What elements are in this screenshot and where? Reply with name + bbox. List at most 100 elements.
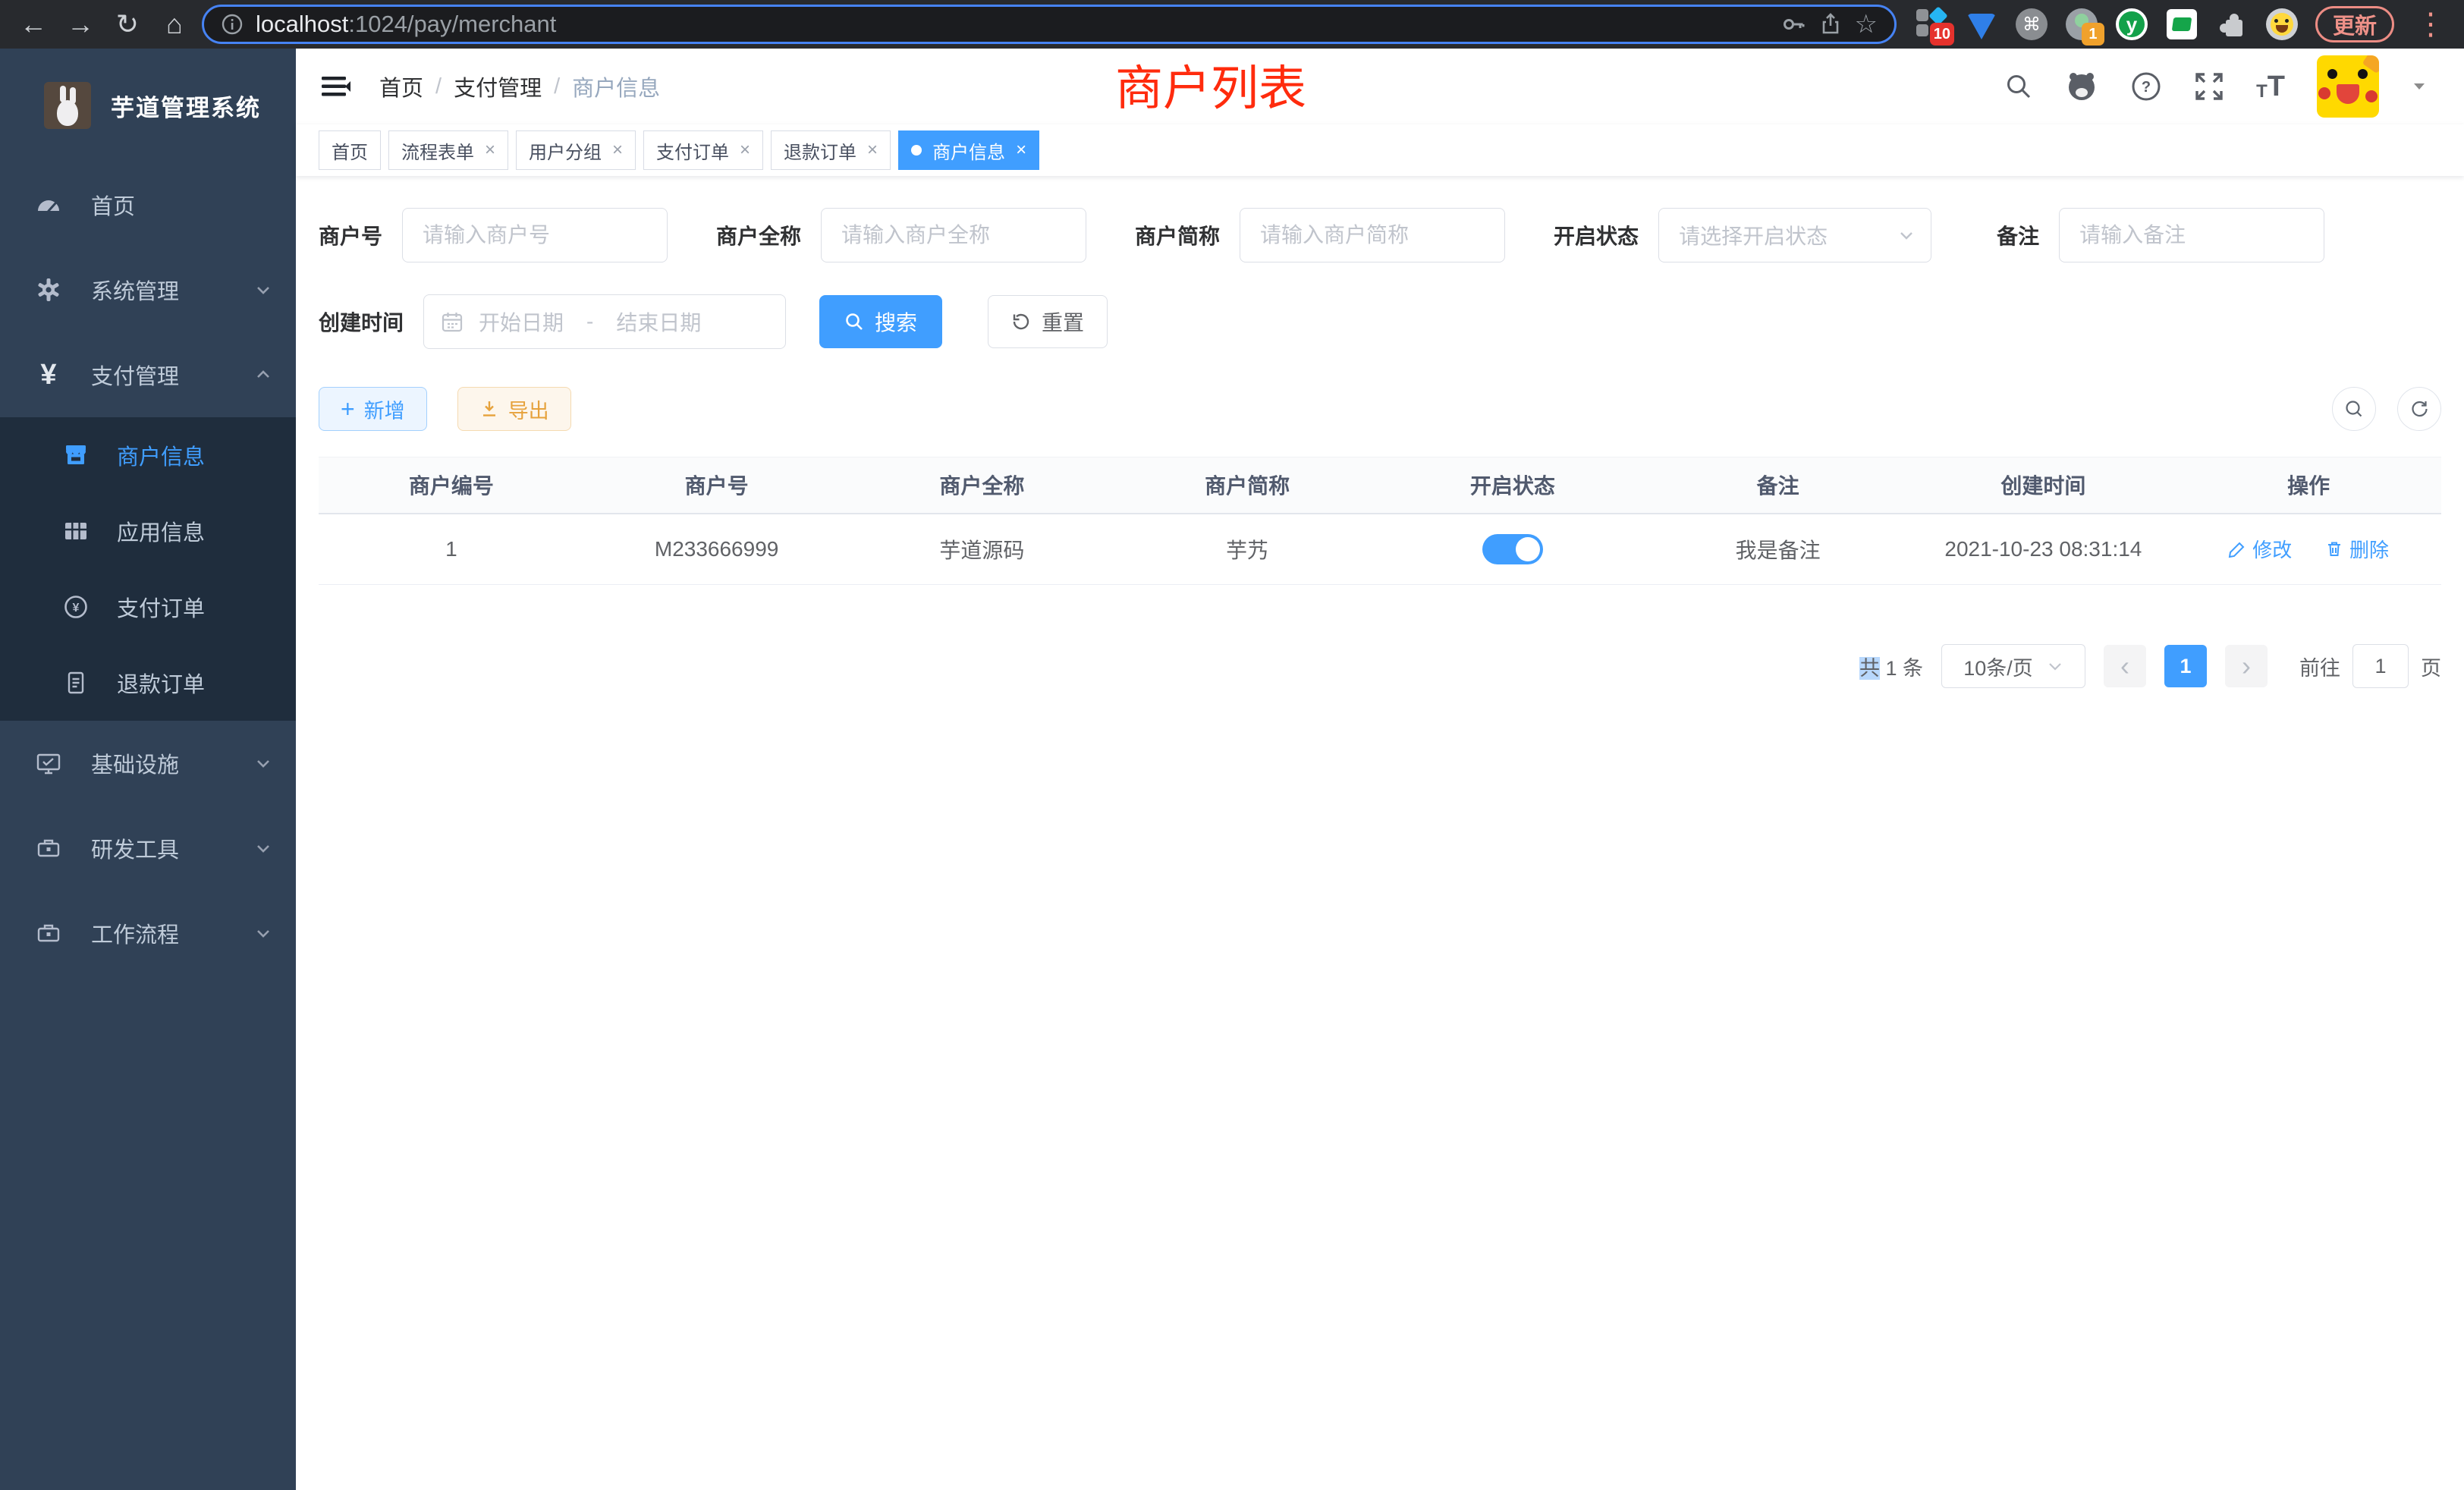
- pagination: 共 1 条 10条/页 ‹ 1 › 前往 页: [319, 644, 2441, 688]
- user-avatar[interactable]: [2317, 55, 2379, 118]
- home-icon[interactable]: ⌂: [155, 5, 194, 44]
- kite-extension-icon[interactable]: [1965, 8, 1998, 41]
- yudao-extension-icon[interactable]: y: [2115, 8, 2148, 41]
- col-merchant-id: 商户编号: [319, 457, 584, 514]
- close-icon[interactable]: ×: [612, 141, 623, 159]
- refresh-icon: [1011, 312, 1031, 332]
- tag-refund-order[interactable]: 退款订单×: [771, 130, 891, 170]
- sidebar-item-infra[interactable]: 基础设施: [0, 721, 296, 806]
- svg-text:?: ?: [2142, 79, 2151, 96]
- short-name-label: 商户简称: [1135, 220, 1220, 250]
- sidebar-fold-icon[interactable]: [319, 69, 354, 104]
- full-name-input[interactable]: [821, 208, 1086, 262]
- remark-input[interactable]: [2059, 208, 2324, 262]
- table-header-row: 商户编号 商户号 商户全称 商户简称 开启状态 备注 创建时间 操作: [319, 457, 2441, 514]
- reset-button[interactable]: 重置: [988, 295, 1108, 348]
- merchant-no-input[interactable]: [402, 208, 668, 262]
- cell-created-time: 2021-10-23 08:31:14: [1911, 514, 2176, 585]
- page-size-select[interactable]: 10条/页: [1941, 644, 2085, 688]
- pencil-icon: [2228, 540, 2246, 558]
- browser-toolbar: ← → ↻ ⌂ localhost:1024/pay/merchant ☆ 10: [0, 0, 2464, 49]
- address-bar[interactable]: localhost:1024/pay/merchant ☆: [202, 5, 1897, 44]
- back-icon[interactable]: ←: [14, 5, 53, 44]
- sidebar-item-pay[interactable]: ¥ 支付管理: [0, 332, 296, 417]
- merchant-no-label: 商户号: [319, 220, 382, 250]
- share-icon[interactable]: [1818, 12, 1843, 36]
- col-status: 开启状态: [1380, 457, 1645, 514]
- breadcrumb-pay[interactable]: 支付管理: [454, 71, 542, 102]
- col-short-name: 商户简称: [1114, 457, 1380, 514]
- help-icon[interactable]: ?: [2130, 71, 2162, 102]
- filter-row-2: 创建时间 开始日期 - 结束日期: [319, 294, 2441, 349]
- sidebar-item-app-info[interactable]: 应用信息: [0, 493, 296, 569]
- screen: ← → ↻ ⌂ localhost:1024/pay/merchant ☆ 10: [0, 0, 2464, 1490]
- add-button[interactable]: + 新增: [319, 387, 427, 431]
- sidebar-logo[interactable]: 芋道管理系统: [0, 49, 296, 162]
- tag-user-group[interactable]: 用户分组×: [516, 130, 636, 170]
- search-icon[interactable]: [2004, 72, 2033, 101]
- refresh-table-button[interactable]: [2397, 387, 2441, 431]
- next-page-button[interactable]: ›: [2225, 645, 2268, 687]
- pagination-goto: 前往 页: [2299, 644, 2441, 688]
- sidebar-item-workflow[interactable]: 工作流程: [0, 891, 296, 976]
- download-icon: [479, 399, 499, 419]
- close-icon[interactable]: ×: [1016, 141, 1026, 159]
- search-button[interactable]: 搜索: [819, 295, 942, 348]
- full-name-label: 商户全称: [716, 220, 801, 250]
- command-extension-icon[interactable]: ⌘: [2015, 8, 2048, 41]
- browser-menu-icon[interactable]: ⋮: [2411, 9, 2450, 39]
- bookmark-star-icon[interactable]: ☆: [1855, 9, 1878, 39]
- sidebar-item-dev-tools[interactable]: 研发工具: [0, 806, 296, 891]
- chat-extension-icon[interactable]: [2165, 8, 2198, 41]
- delete-link[interactable]: 删除: [2325, 535, 2389, 563]
- chevron-up-icon: [253, 365, 273, 385]
- reload-icon[interactable]: ↻: [108, 5, 147, 44]
- status-toggle[interactable]: [1482, 534, 1543, 564]
- font-size-icon[interactable]: TT: [2256, 72, 2285, 101]
- browser-update-button[interactable]: 更新: [2315, 6, 2394, 42]
- cell-merchant-no: M233666999: [584, 514, 850, 585]
- status-select[interactable]: 请选择开启状态: [1658, 208, 1931, 262]
- cell-actions: 修改 删除: [2176, 514, 2441, 585]
- sidebar-item-pay-order[interactable]: ¥ 支付订单: [0, 569, 296, 645]
- close-icon[interactable]: ×: [740, 141, 750, 159]
- fullscreen-icon[interactable]: [2194, 71, 2224, 102]
- key-icon[interactable]: [1780, 11, 1806, 37]
- chevron-down-icon: [253, 280, 273, 300]
- forward-icon[interactable]: →: [61, 5, 100, 44]
- sidebar-item-refund-order[interactable]: 退款订单: [0, 645, 296, 721]
- browser-profile-avatar[interactable]: [2265, 8, 2299, 41]
- breadcrumb: 首页 / 支付管理 / 商户信息: [379, 71, 660, 102]
- tag-home[interactable]: 首页: [319, 130, 381, 170]
- extension-grid-icon[interactable]: 10: [1915, 8, 1948, 41]
- breadcrumb-current: 商户信息: [572, 71, 660, 102]
- table-toolbar: + 新增 导出: [319, 387, 2441, 431]
- toggle-search-button[interactable]: [2332, 387, 2376, 431]
- gear-icon: [33, 276, 64, 303]
- site-info-icon[interactable]: [221, 13, 244, 36]
- edit-link[interactable]: 修改: [2228, 535, 2292, 563]
- extensions-puzzle-icon[interactable]: [2215, 8, 2249, 41]
- close-icon[interactable]: ×: [867, 141, 878, 159]
- prev-page-button[interactable]: ‹: [2104, 645, 2146, 687]
- chevron-down-icon: [253, 838, 273, 858]
- shop-icon: [61, 442, 91, 469]
- github-icon[interactable]: [2065, 70, 2098, 103]
- navbar: 首页 / 支付管理 / 商户信息 商户列表 ?: [296, 49, 2464, 124]
- export-button[interactable]: 导出: [457, 387, 571, 431]
- goto-page-input[interactable]: [2352, 644, 2409, 688]
- breadcrumb-home[interactable]: 首页: [379, 71, 423, 102]
- sidebar-item-merchant-info[interactable]: 商户信息: [0, 417, 296, 493]
- tag-merchant-info[interactable]: 商户信息×: [898, 130, 1039, 170]
- caret-down-icon[interactable]: [2411, 78, 2428, 95]
- date-range-picker[interactable]: 开始日期 - 结束日期: [423, 294, 786, 349]
- tag-flow-form[interactable]: 流程表单×: [388, 130, 508, 170]
- sidebar-item-home[interactable]: 首页: [0, 162, 296, 247]
- url-text[interactable]: localhost:1024/pay/merchant: [256, 11, 1768, 38]
- sidebar-item-system[interactable]: 系统管理: [0, 247, 296, 332]
- short-name-input[interactable]: [1240, 208, 1505, 262]
- close-icon[interactable]: ×: [485, 141, 495, 159]
- current-page-button[interactable]: 1: [2164, 645, 2207, 687]
- profile-extension-icon[interactable]: 1: [2065, 8, 2098, 41]
- tag-pay-order[interactable]: 支付订单×: [643, 130, 763, 170]
